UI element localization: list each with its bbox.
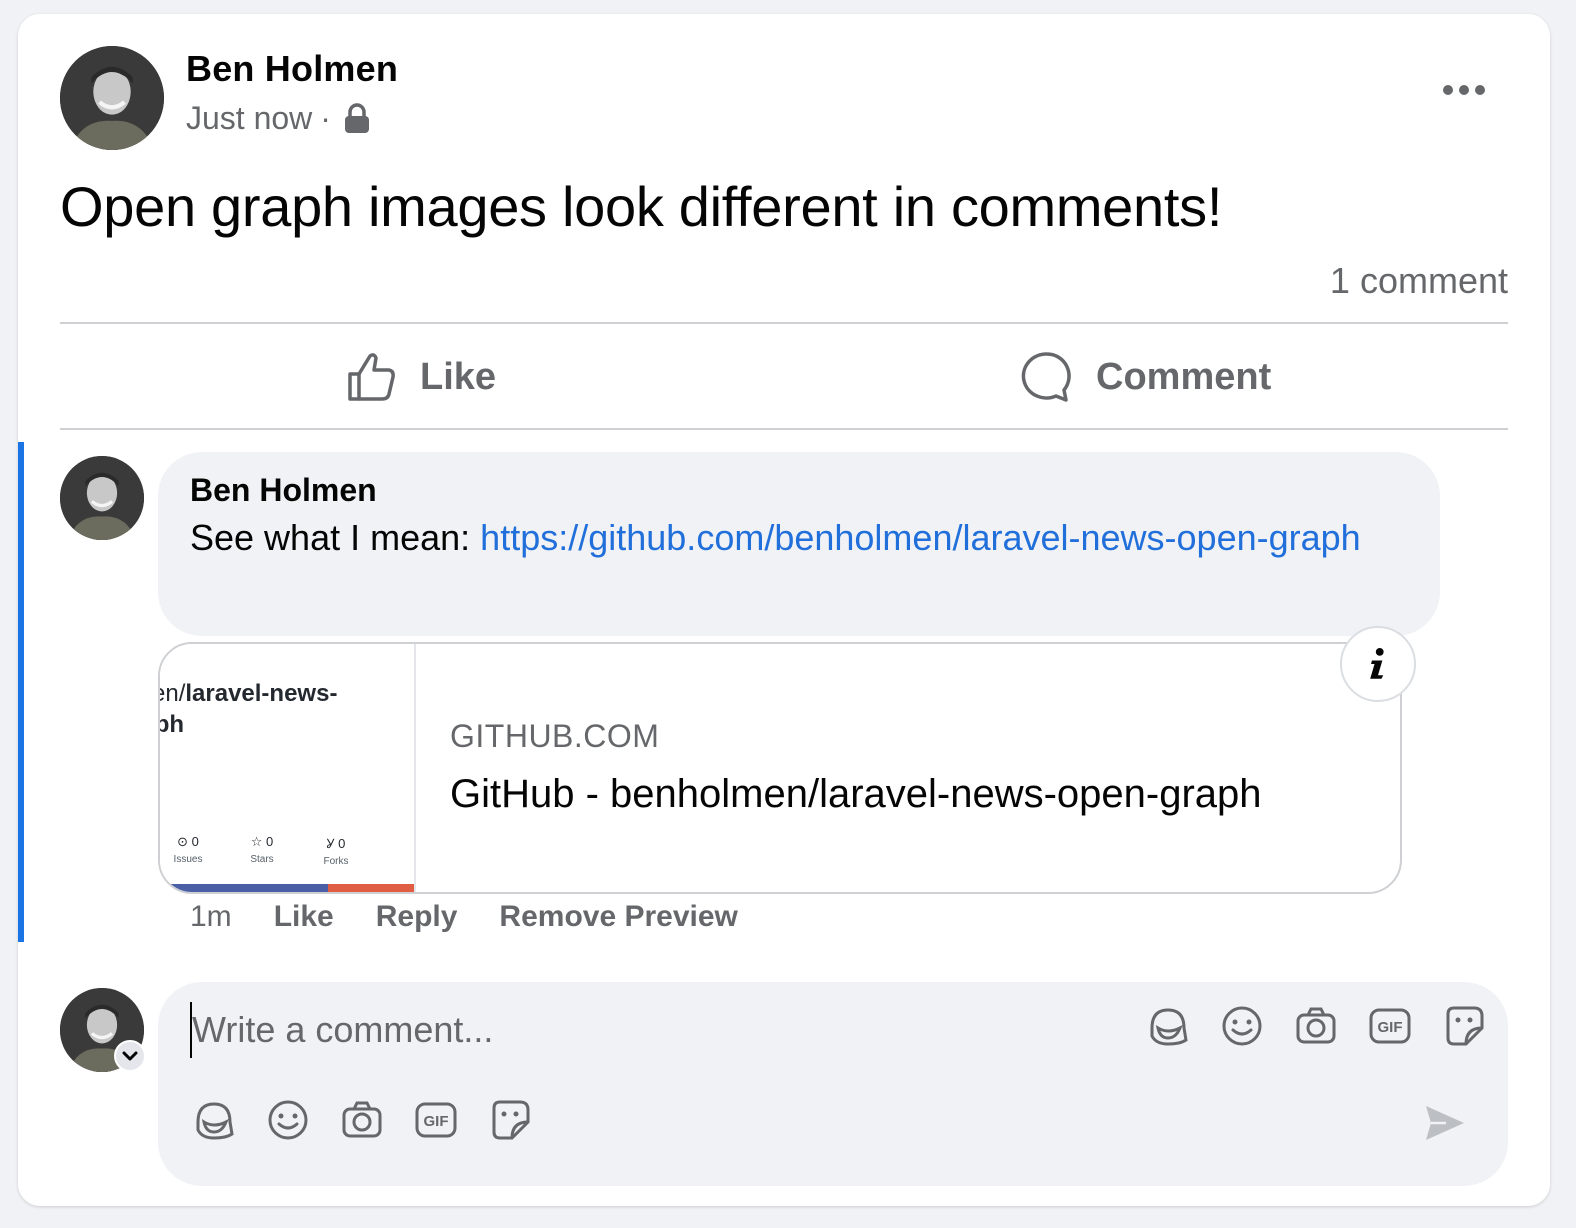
lock-icon[interactable] [343,102,371,135]
thumbs-up-icon [348,353,395,401]
stars-label: Stars [250,854,274,865]
thumbnail-title-bold: laravel-news- [185,680,338,707]
post-timestamp[interactable]: Just now [186,100,312,137]
thumbnail-title: men/laravel-news- raph [160,678,337,740]
fork-icon: Ỿ [326,836,335,851]
forks-count: 0 [338,836,346,851]
comment-link[interactable]: https://github.com/benholmen/laravel-new… [480,517,1361,558]
thumbnail-stat-issues: ⊙ 0 Issues [162,834,214,867]
thumbnail-title-plain: men/ [160,680,186,707]
emoji-icon[interactable] [266,1098,310,1142]
comment-author-name[interactable]: Ben Holmen [190,472,1408,509]
meta-separator: · [320,100,331,136]
thumbnail-stat-stars: ☆ 0 Stars [236,834,288,867]
preview-thumbnail: men/laravel-news- raph ⊙ 0 Issues ☆ 0 St… [160,644,416,892]
like-label: Like [420,355,497,398]
divider [60,428,1508,430]
link-preview-card[interactable]: men/laravel-news- raph ⊙ 0 Issues ☆ 0 St… [158,642,1402,894]
thumbnail-stat-forks: Ỿ 0 Forks [310,834,362,867]
composer-tools-bottom: GIF [192,1098,532,1142]
issues-label: Issues [173,854,203,865]
comment-actions: 1m Like Reply Remove Preview [190,900,738,934]
post-meta: Just now · [186,100,371,137]
thumbnail-title-line2: raph [160,711,185,738]
thread-highlight-bar [18,442,24,942]
divider [60,322,1508,324]
thumbnail-stats: ⊙ 0 Issues ☆ 0 Stars Ỿ 0 Forks [162,834,362,867]
comment-input[interactable] [190,1002,1130,1058]
avatar-sticker-icon[interactable] [192,1098,236,1142]
composer-tools-top: GIF [1146,1004,1486,1048]
language-bar-segment [160,884,328,892]
comment-label: Comment [1096,355,1272,398]
comment-count[interactable]: 1 comment [1330,260,1508,302]
gif-icon[interactable]: GIF [414,1098,458,1142]
post-text: Open graph images look different in comm… [60,175,1223,238]
gif-icon[interactable]: GIF [1368,1004,1412,1048]
comment-button[interactable]: Comment [1020,344,1271,410]
more-options-icon[interactable] [1440,78,1488,102]
issues-count: 0 [191,834,199,849]
svg-text:GIF: GIF [1378,1019,1403,1036]
comment-bubble: Ben Holmen See what I mean: https://gith… [158,452,1440,636]
sticker-icon[interactable] [488,1098,532,1142]
chevron-down-icon[interactable] [114,1040,146,1072]
preview-domain: GITHUB.COM [450,718,660,754]
emoji-icon[interactable] [1220,1004,1264,1048]
send-icon[interactable] [1422,1100,1468,1146]
language-bar [160,884,414,892]
stars-count: 0 [266,834,274,849]
forks-label: Forks [323,856,349,867]
post-card: Ben Holmen Just now · Open graph images … [18,14,1550,1206]
info-icon[interactable] [1340,626,1416,702]
language-bar-segment [328,884,414,892]
preview-title: GitHub - benholmen/laravel-news-open-gra… [450,772,1262,816]
remove-preview-button[interactable]: Remove Preview [499,900,737,934]
sticker-icon[interactable] [1442,1004,1486,1048]
post-author-name[interactable]: Ben Holmen [186,48,398,90]
comment-composer: GIF GIF [158,982,1508,1186]
camera-icon[interactable] [1294,1004,1338,1048]
author-avatar[interactable] [60,46,164,150]
comment-text: See what I mean: https://github.com/benh… [190,511,1408,564]
camera-icon[interactable] [340,1098,384,1142]
svg-text:GIF: GIF [424,1113,449,1130]
comment-text-prefix: See what I mean: [190,517,481,558]
issues-icon: ⊙ [177,834,189,849]
comment-reply-button[interactable]: Reply [376,900,458,934]
commenter-avatar[interactable] [60,456,144,540]
star-icon: ☆ [250,834,263,849]
comment-like-button[interactable]: Like [274,900,334,934]
comment-bubble-icon [1021,352,1071,402]
comment-timestamp[interactable]: 1m [190,900,232,934]
avatar-sticker-icon[interactable] [1146,1004,1190,1048]
like-button[interactable]: Like [344,344,496,410]
